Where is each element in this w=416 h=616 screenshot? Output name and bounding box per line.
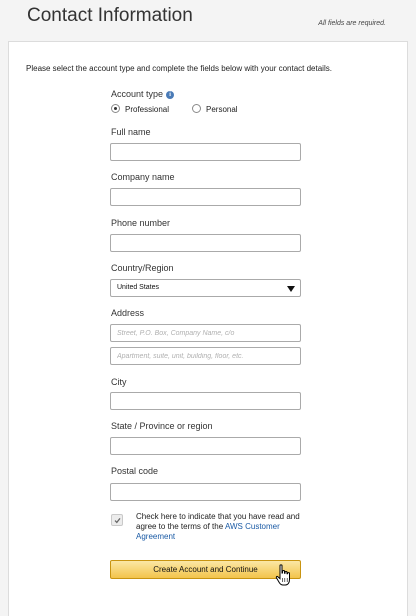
city-label: City	[111, 377, 127, 387]
state-label: State / Province or region	[111, 421, 213, 431]
chevron-down-icon	[287, 286, 295, 292]
agreement-text: Check here to indicate that you have rea…	[136, 512, 306, 542]
country-label: Country/Region	[111, 263, 174, 273]
radio-personal-button[interactable]	[192, 104, 201, 113]
company-name-field[interactable]	[110, 188, 301, 206]
radio-personal-label: Personal	[206, 105, 238, 114]
required-note: All fields are required.	[318, 20, 386, 27]
radio-professional-label: Professional	[125, 105, 170, 114]
radio-professional[interactable]: Professional	[111, 104, 169, 114]
intro-text: Please select the account type and compl…	[26, 64, 332, 73]
info-icon[interactable]: i	[166, 91, 175, 99]
full-name-field[interactable]	[110, 143, 301, 161]
checkmark-icon	[114, 517, 121, 524]
postal-code-label: Postal code	[111, 466, 159, 476]
postal-code-field[interactable]	[110, 483, 301, 501]
address-line1-field[interactable]	[110, 324, 301, 342]
address-line2-field[interactable]	[110, 347, 301, 365]
city-field[interactable]	[110, 392, 301, 410]
full-name-label: Full name	[111, 127, 151, 137]
page-title: Contact Information	[27, 5, 193, 26]
create-account-button[interactable]: Create Account and Continue	[110, 560, 301, 579]
phone-number-label: Phone number	[111, 218, 171, 228]
account-type-label: Account type i	[111, 89, 175, 99]
agreement-checkbox[interactable]	[111, 514, 123, 526]
phone-number-field[interactable]	[110, 234, 301, 252]
radio-professional-button[interactable]	[111, 104, 120, 113]
country-select[interactable]: United States	[110, 279, 301, 297]
radio-personal[interactable]: Personal	[192, 104, 238, 114]
hand-cursor-icon	[275, 564, 290, 586]
state-field[interactable]	[110, 437, 301, 455]
address-label: Address	[111, 308, 145, 318]
account-type-label-text: Account type	[111, 89, 164, 99]
country-select-value: United States	[117, 284, 160, 291]
company-name-label: Company name	[111, 172, 175, 182]
page-header: Contact Information All fields are requi…	[0, 0, 416, 40]
